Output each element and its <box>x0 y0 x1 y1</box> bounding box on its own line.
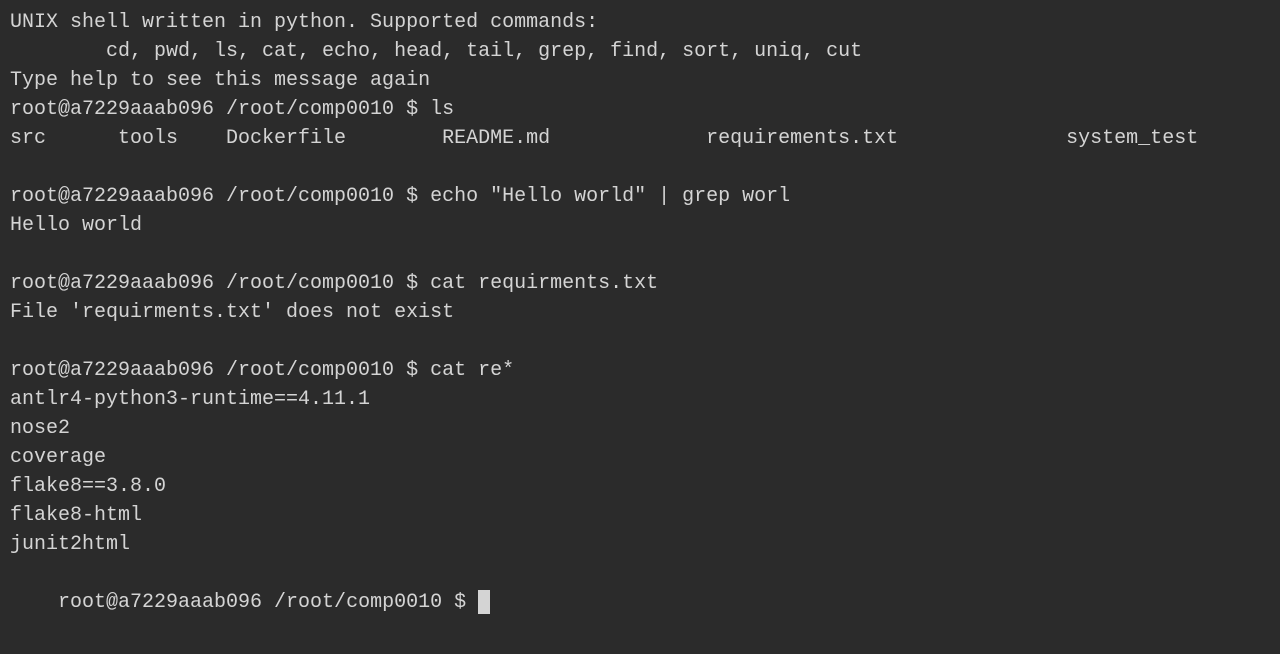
prompt-text: root@a7229aaab096 /root/comp0010 $ <box>58 591 478 614</box>
output-line-4: root@a7229aaab096 /root/comp0010 $ ls <box>10 95 1270 124</box>
output-line-8: Hello world <box>10 211 1270 240</box>
output-line-10: root@a7229aaab096 /root/comp0010 $ cat r… <box>10 269 1270 298</box>
empty-line-3 <box>10 327 1270 356</box>
output-line-17: flake8==3.8.0 <box>10 472 1270 501</box>
output-line-18: flake8-html <box>10 501 1270 530</box>
output-line-14: antlr4-python3-runtime==4.11.1 <box>10 385 1270 414</box>
output-line-5: src tools Dockerfile README.md requireme… <box>10 124 1270 153</box>
output-line-1: UNIX shell written in python. Supported … <box>10 8 1270 37</box>
output-line-11: File 'requirments.txt' does not exist <box>10 298 1270 327</box>
output-line-7: root@a7229aaab096 /root/comp0010 $ echo … <box>10 182 1270 211</box>
output-line-2: cd, pwd, ls, cat, echo, head, tail, grep… <box>10 37 1270 66</box>
terminal-window[interactable]: UNIX shell written in python. Supported … <box>10 8 1270 646</box>
output-line-19: junit2html <box>10 530 1270 559</box>
output-line-3: Type help to see this message again <box>10 66 1270 95</box>
empty-line-1 <box>10 153 1270 182</box>
output-line-16: coverage <box>10 443 1270 472</box>
current-prompt-line[interactable]: root@a7229aaab096 /root/comp0010 $ <box>10 559 1270 646</box>
empty-line-2 <box>10 240 1270 269</box>
output-line-13: root@a7229aaab096 /root/comp0010 $ cat r… <box>10 356 1270 385</box>
terminal-cursor <box>478 590 490 614</box>
output-line-15: nose2 <box>10 414 1270 443</box>
